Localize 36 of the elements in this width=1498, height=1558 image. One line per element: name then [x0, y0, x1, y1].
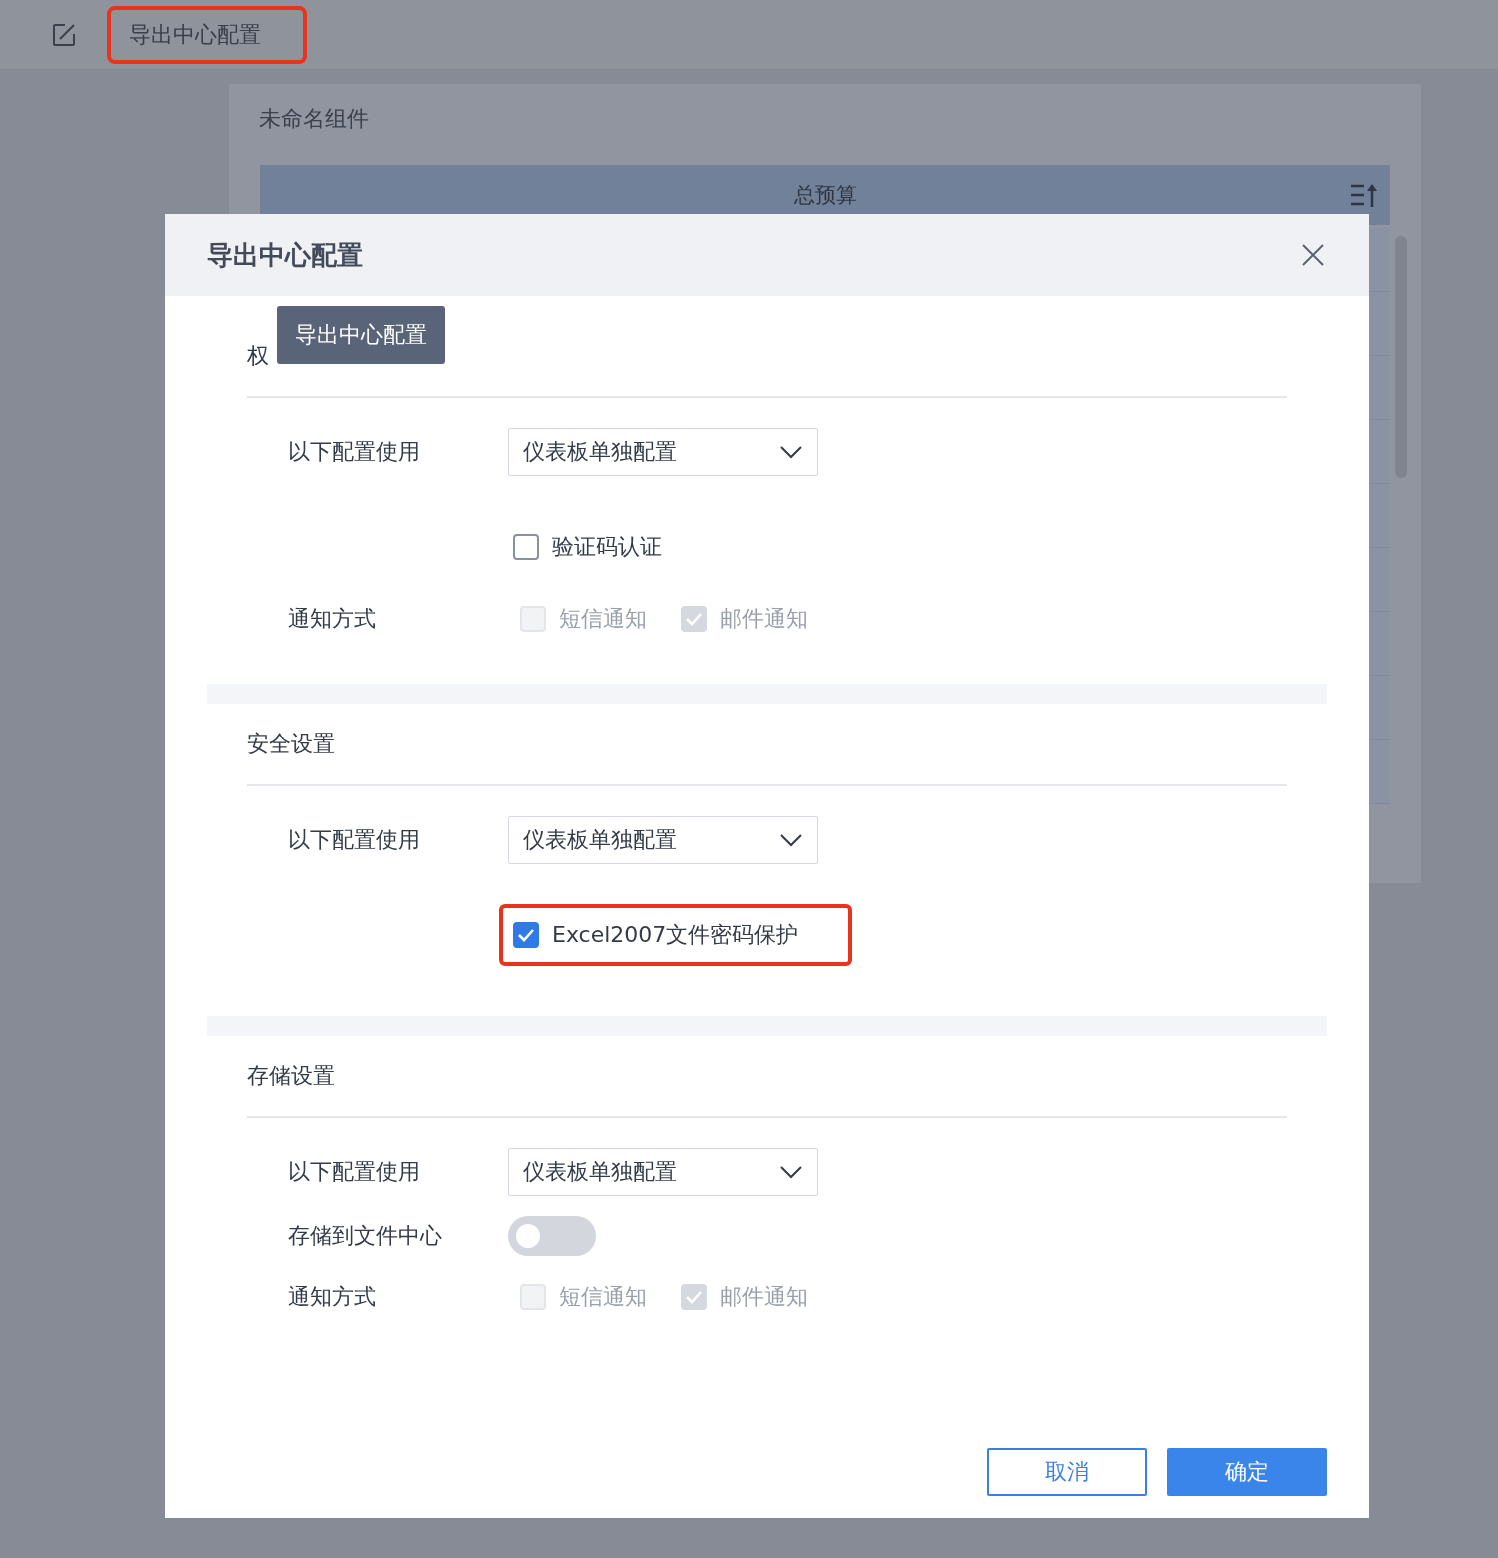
config-select[interactable]: 仪表板单独配置 [508, 428, 818, 476]
check-icon [685, 612, 703, 626]
section-title: 存储设置 [247, 1062, 335, 1090]
page-title: 导出中心配置 [129, 21, 262, 47]
checkbox-label: Excel2007文件密码保护 [552, 921, 799, 949]
checkbox-label: 短信通知 [559, 605, 647, 633]
checkbox-label: 短信通知 [559, 1283, 647, 1311]
checkbox[interactable] [513, 922, 539, 948]
section-title: 安全设置 [247, 730, 335, 758]
checkbox-label: 邮件通知 [720, 1283, 808, 1311]
field-label: 以下配置使用 [288, 438, 421, 466]
chevron-icon [779, 833, 803, 847]
checkbox-label: 邮件通知 [720, 605, 808, 633]
config-select[interactable]: 仪表板单独配置 [508, 816, 818, 864]
chevron-icon [779, 445, 803, 459]
config-select[interactable]: 仪表板单独配置 [508, 1148, 818, 1196]
check-icon [685, 1290, 703, 1304]
field-label: 通知方式 [288, 1283, 377, 1311]
field-label: 以下配置使用 [288, 1158, 421, 1186]
cancel-button[interactable]: 取消 [987, 1448, 1147, 1496]
confirm-button[interactable]: 确定 [1167, 1448, 1327, 1496]
field-label: 通知方式 [288, 605, 377, 633]
checkbox[interactable] [513, 534, 539, 560]
tooltip: 导出中心配置 [277, 306, 445, 364]
chevron-icon [779, 1165, 803, 1179]
edit-icon[interactable] [52, 22, 76, 47]
sort-icon[interactable] [1350, 182, 1378, 208]
field-label: 以下配置使用 [288, 826, 421, 854]
dialog-title: 导出中心配置 [207, 238, 363, 272]
checkbox-label: 验证码认证 [552, 533, 662, 561]
card-title: 未命名组件 [259, 105, 369, 133]
toggle-switch[interactable] [508, 1216, 596, 1256]
check-icon [517, 928, 535, 942]
column-header: 总预算 [793, 182, 857, 209]
field-label: 存储到文件中心 [288, 1222, 443, 1250]
section-title: 权 [247, 342, 269, 370]
